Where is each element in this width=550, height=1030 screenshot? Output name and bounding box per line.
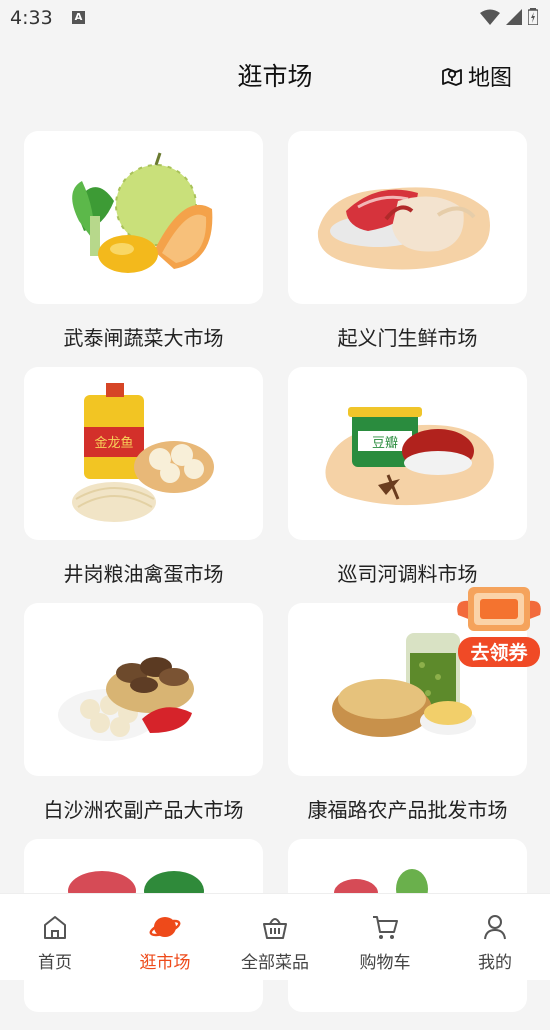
signal-icon — [506, 8, 522, 25]
dried-goods-illustration — [58, 657, 194, 741]
market-image: 豆瓣 — [288, 367, 527, 540]
map-pin-icon — [442, 68, 462, 86]
bottom-tab-bar: 首页 逛市场 全部菜品 购物车 我的 — [0, 893, 550, 980]
page-header: 逛市场 地图 — [0, 38, 550, 114]
market-card-qiyimen[interactable]: 起义门生鲜市场 — [288, 131, 527, 351]
grain-oil-illustration: 金龙鱼 — [72, 383, 214, 522]
planet-icon — [149, 917, 181, 937]
status-icons — [480, 8, 538, 25]
meat-illustration — [317, 187, 490, 270]
bean-paste-text: 豆瓣 — [372, 436, 398, 451]
tab-market[interactable]: 逛市场 — [110, 894, 220, 980]
wifi-icon — [480, 9, 500, 25]
cart-icon — [373, 916, 398, 939]
market-name: 康福路农产品批发市场 — [307, 798, 508, 822]
vegetables-illustration — [72, 152, 213, 273]
market-card-wutaizha[interactable]: 武泰闸蔬菜大市场 — [24, 131, 263, 351]
user-icon — [484, 915, 506, 940]
coupon-button[interactable]: 去领券 — [454, 585, 544, 671]
map-label: 地图 — [467, 66, 512, 91]
battery-icon — [528, 8, 538, 25]
home-icon — [44, 916, 66, 939]
market-image — [24, 603, 263, 776]
market-name: 井岗粮油禽蛋市场 — [63, 562, 224, 586]
market-image — [288, 131, 527, 304]
tab-label: 逛市场 — [139, 953, 191, 973]
market-card-jinggang[interactable]: 金龙鱼 井岗粮油禽蛋市场 — [24, 367, 263, 587]
market-name: 起义门生鲜市场 — [337, 326, 478, 350]
tab-all-dishes[interactable]: 全部菜品 — [220, 894, 330, 980]
oil-brand-text: 金龙鱼 — [94, 435, 133, 451]
tab-label: 购物车 — [359, 953, 411, 973]
coupon-label: 去领券 — [470, 641, 528, 664]
tab-label: 我的 — [478, 953, 512, 973]
market-card-xunsihe[interactable]: 豆瓣 巡司河调料市场 — [288, 367, 527, 587]
seasoning-illustration: 豆瓣 — [325, 407, 494, 506]
notification-a-icon: A — [72, 11, 85, 24]
tab-label: 首页 — [38, 953, 72, 973]
market-name: 巡司河调料市场 — [337, 562, 478, 586]
market-card-baishazhou[interactable]: 白沙洲农副产品大市场 — [24, 603, 263, 823]
status-time: 4:33 — [10, 7, 53, 29]
coupon-gift-icon: 去领券 — [457, 587, 541, 667]
market-name: 白沙洲农副产品大市场 — [43, 798, 244, 822]
basket-icon — [263, 918, 287, 939]
tab-label: 全部菜品 — [241, 953, 309, 973]
market-name: 武泰闸蔬菜大市场 — [63, 326, 224, 350]
market-image: 金龙鱼 — [24, 367, 263, 540]
map-button[interactable]: 地图 — [440, 60, 512, 92]
tab-cart[interactable]: 购物车 — [330, 894, 440, 980]
status-bar: 4:33 A — [0, 0, 550, 38]
tab-home[interactable]: 首页 — [0, 894, 110, 980]
tab-mine[interactable]: 我的 — [440, 894, 550, 980]
market-image — [24, 131, 263, 304]
